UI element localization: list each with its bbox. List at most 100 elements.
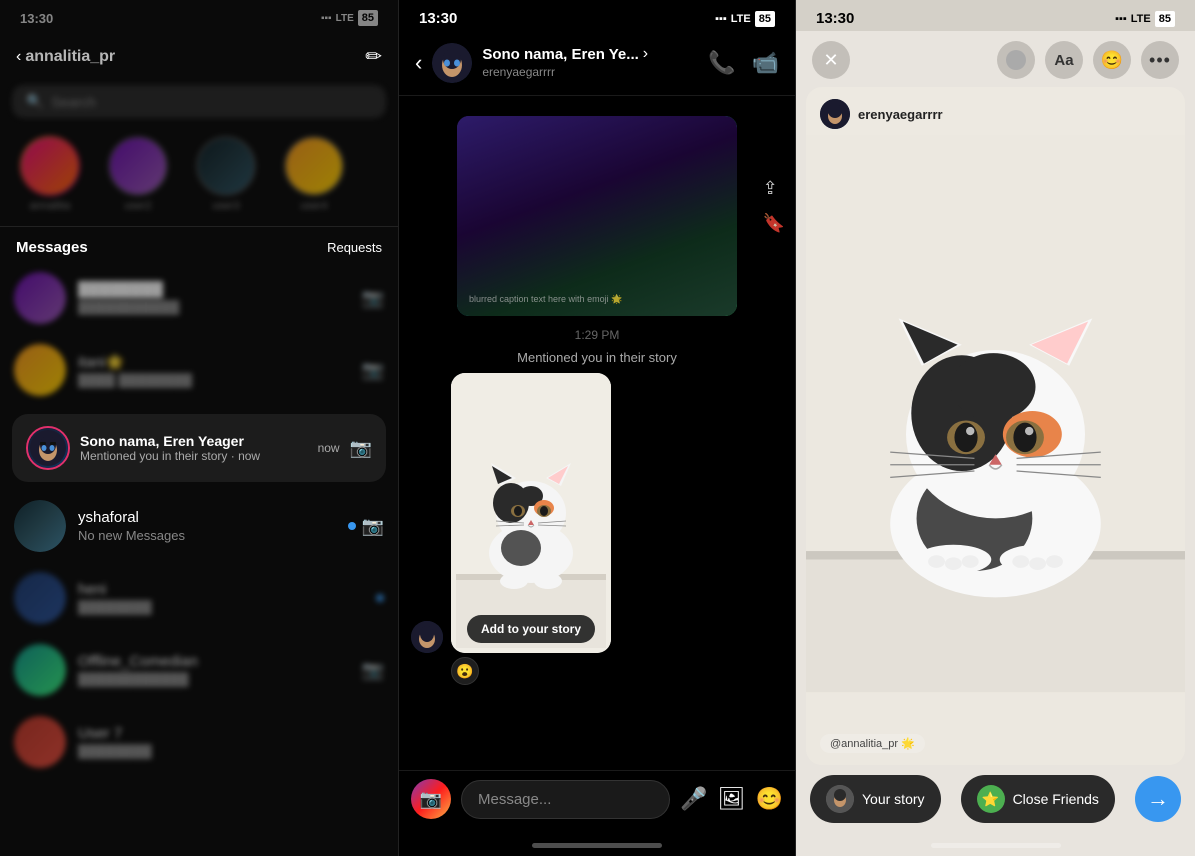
- story-item-3[interactable]: user3: [188, 136, 264, 212]
- chat-header: ‹ Sono nama, Eren Ye... › erenyaegarrrr …: [399, 31, 795, 96]
- home-indicator-p2: [532, 843, 662, 848]
- chat-avatar[interactable]: [432, 43, 472, 83]
- notification-banner[interactable]: Sono nama, Eren Yeager Mentioned you in …: [12, 414, 386, 482]
- story-viewer-panel: 13:30 ▪▪▪ LTE 85 ✕ Aa 😊 •••: [796, 0, 1195, 856]
- unread-dot-4: [348, 522, 356, 530]
- notif-camera-icon[interactable]: 📷: [350, 438, 372, 459]
- story-username: erenyaegarrrr: [858, 107, 943, 122]
- story-avatar-img-3: [198, 138, 254, 194]
- post-caption: blurred caption text here with emoji 🌟: [469, 293, 725, 306]
- message-input[interactable]: Message...: [461, 780, 670, 819]
- story-item-4[interactable]: user4: [276, 136, 352, 212]
- sender-avatar: [411, 621, 443, 653]
- msg-name-7: User 7: [78, 725, 372, 742]
- story-capture-button[interactable]: [997, 41, 1035, 79]
- close-friends-avatar: ⭐: [977, 785, 1005, 813]
- send-story-button[interactable]: →: [1135, 776, 1181, 822]
- edit-icon[interactable]: ✏: [365, 44, 382, 69]
- message-item-4[interactable]: yshaforal No new Messages 📷: [0, 490, 398, 562]
- message-tools: ⇪ 🔖: [763, 178, 785, 234]
- msg-content-1: ████████ ███████████: [78, 281, 350, 315]
- msg-content-5: heni ████████: [78, 581, 364, 615]
- close-story-button[interactable]: ✕: [812, 41, 850, 79]
- message-item-1[interactable]: ████████ ███████████ 📷: [0, 262, 398, 334]
- sticker-icon[interactable]: 😊: [756, 786, 783, 812]
- notif-time: now: [318, 441, 340, 455]
- message-item-7[interactable]: User 7 ████████: [0, 706, 398, 778]
- send-tool-icon[interactable]: ⇪: [763, 178, 785, 199]
- camera-icon-1[interactable]: 📷: [362, 288, 384, 309]
- status-bar-panel1: 13:30 ▪▪▪ LTE 85: [0, 0, 398, 30]
- story-label-1: annalitia: [30, 200, 71, 212]
- chevron-icon: ›: [643, 45, 648, 63]
- status-icons-panel3: ▪▪▪ LTE 85: [1115, 11, 1175, 27]
- bookmark-tool-icon[interactable]: 🔖: [763, 213, 785, 234]
- message-item-2[interactable]: itani🌟 ████ ████████ 📷: [0, 334, 398, 406]
- your-story-option[interactable]: Your story: [810, 775, 941, 823]
- camera-button[interactable]: 📷: [411, 779, 451, 819]
- dm-list-header: ‹ annalitia_pr ✏: [0, 30, 398, 77]
- camera-icon-2[interactable]: 📷: [362, 360, 384, 381]
- story-item-1[interactable]: annalitia: [12, 136, 88, 212]
- message-item-6[interactable]: Offline_Comedian ████████████ 📷: [0, 634, 398, 706]
- reaction-emoji[interactable]: 😮: [451, 657, 479, 685]
- more-options-button[interactable]: •••: [1141, 41, 1179, 79]
- cat-illustration-card: [456, 378, 606, 648]
- story-viewer-header: ✕ Aa 😊 •••: [796, 31, 1195, 87]
- signal-icon-p3: ▪▪▪: [1115, 13, 1127, 25]
- story-avatar-1: [20, 136, 80, 196]
- chat-body: ACA blurred caption text here with emoji…: [399, 96, 795, 770]
- input-icons: 🎤 🖼 😊: [680, 786, 783, 812]
- story-item-2[interactable]: user2: [100, 136, 176, 212]
- story-viewer-actions: Aa 😊 •••: [997, 41, 1179, 79]
- story-avatar-2: [108, 136, 168, 196]
- divider-1: [0, 226, 398, 227]
- camera-icon-6[interactable]: 📷: [362, 660, 384, 681]
- msg-name-2: itani🌟: [78, 353, 350, 371]
- bg-gradient: [457, 116, 737, 316]
- close-friends-label: Close Friends: [1013, 791, 1099, 807]
- chat-username: erenyaegarrrr: [482, 65, 555, 79]
- msg-name-6: Offline_Comedian: [78, 653, 350, 670]
- message-item-5[interactable]: heni ████████: [0, 562, 398, 634]
- msg-preview-2: ████ ████████: [78, 373, 350, 388]
- story-card[interactable]: Add to your story: [451, 373, 611, 653]
- story-avatar-img-2: [110, 138, 166, 194]
- story-label-2: user2: [124, 200, 152, 212]
- text-tool-button[interactable]: Aa: [1045, 41, 1083, 79]
- phone-icon[interactable]: 📞: [708, 50, 735, 76]
- signal-icon-p2: ▪▪▪: [715, 13, 727, 25]
- shared-post-container: ACA blurred caption text here with emoji…: [399, 96, 795, 316]
- shared-post: ACA blurred caption text here with emoji…: [457, 116, 737, 316]
- msg-content-7: User 7 ████████: [78, 725, 372, 759]
- msg-avatar-img-4: [14, 500, 66, 552]
- close-friends-option[interactable]: ⭐ Close Friends: [961, 775, 1115, 823]
- camera-icon-4[interactable]: 📷: [362, 516, 384, 537]
- notif-message: Mentioned you in their story · now: [80, 449, 308, 463]
- gallery-icon[interactable]: 🖼: [718, 786, 746, 812]
- add-to-story-button[interactable]: Add to your story: [467, 615, 595, 643]
- msg-avatar-6: [14, 644, 66, 696]
- requests-button[interactable]: Requests: [327, 240, 382, 255]
- star-icon: ⭐: [982, 791, 999, 808]
- chat-name[interactable]: Sono nama, Eren Ye...: [482, 46, 638, 63]
- msg-actions-2: 📷: [362, 360, 384, 381]
- back-button-p1[interactable]: ‹ annalitia_pr: [16, 48, 115, 66]
- time-panel1: 13:30: [20, 11, 53, 26]
- home-indicator-p3: [931, 843, 1061, 848]
- chat-info: Sono nama, Eren Ye... › erenyaegarrrr: [482, 45, 698, 81]
- video-icon[interactable]: 📹: [752, 50, 779, 76]
- back-button-chat[interactable]: ‹: [415, 50, 422, 76]
- sticker-tool-button[interactable]: 😊: [1093, 41, 1131, 79]
- shared-post-image: ACA blurred caption text here with emoji…: [457, 116, 737, 316]
- story-label-4: user4: [300, 200, 328, 212]
- microphone-icon[interactable]: 🎤: [680, 786, 707, 812]
- search-bar[interactable]: 🔍 Search: [12, 85, 386, 118]
- story-label-3: user3: [212, 200, 240, 212]
- chat-input-area: 📷 Message... 🎤 🖼 😊: [399, 770, 795, 843]
- msg-actions-6: 📷: [362, 660, 384, 681]
- battery-p2: 85: [755, 11, 775, 27]
- story-image-container: erenyaegarrrr: [806, 87, 1185, 765]
- msg-preview-1: ███████████: [78, 300, 350, 315]
- story-card-inner: Add to your story: [451, 373, 611, 653]
